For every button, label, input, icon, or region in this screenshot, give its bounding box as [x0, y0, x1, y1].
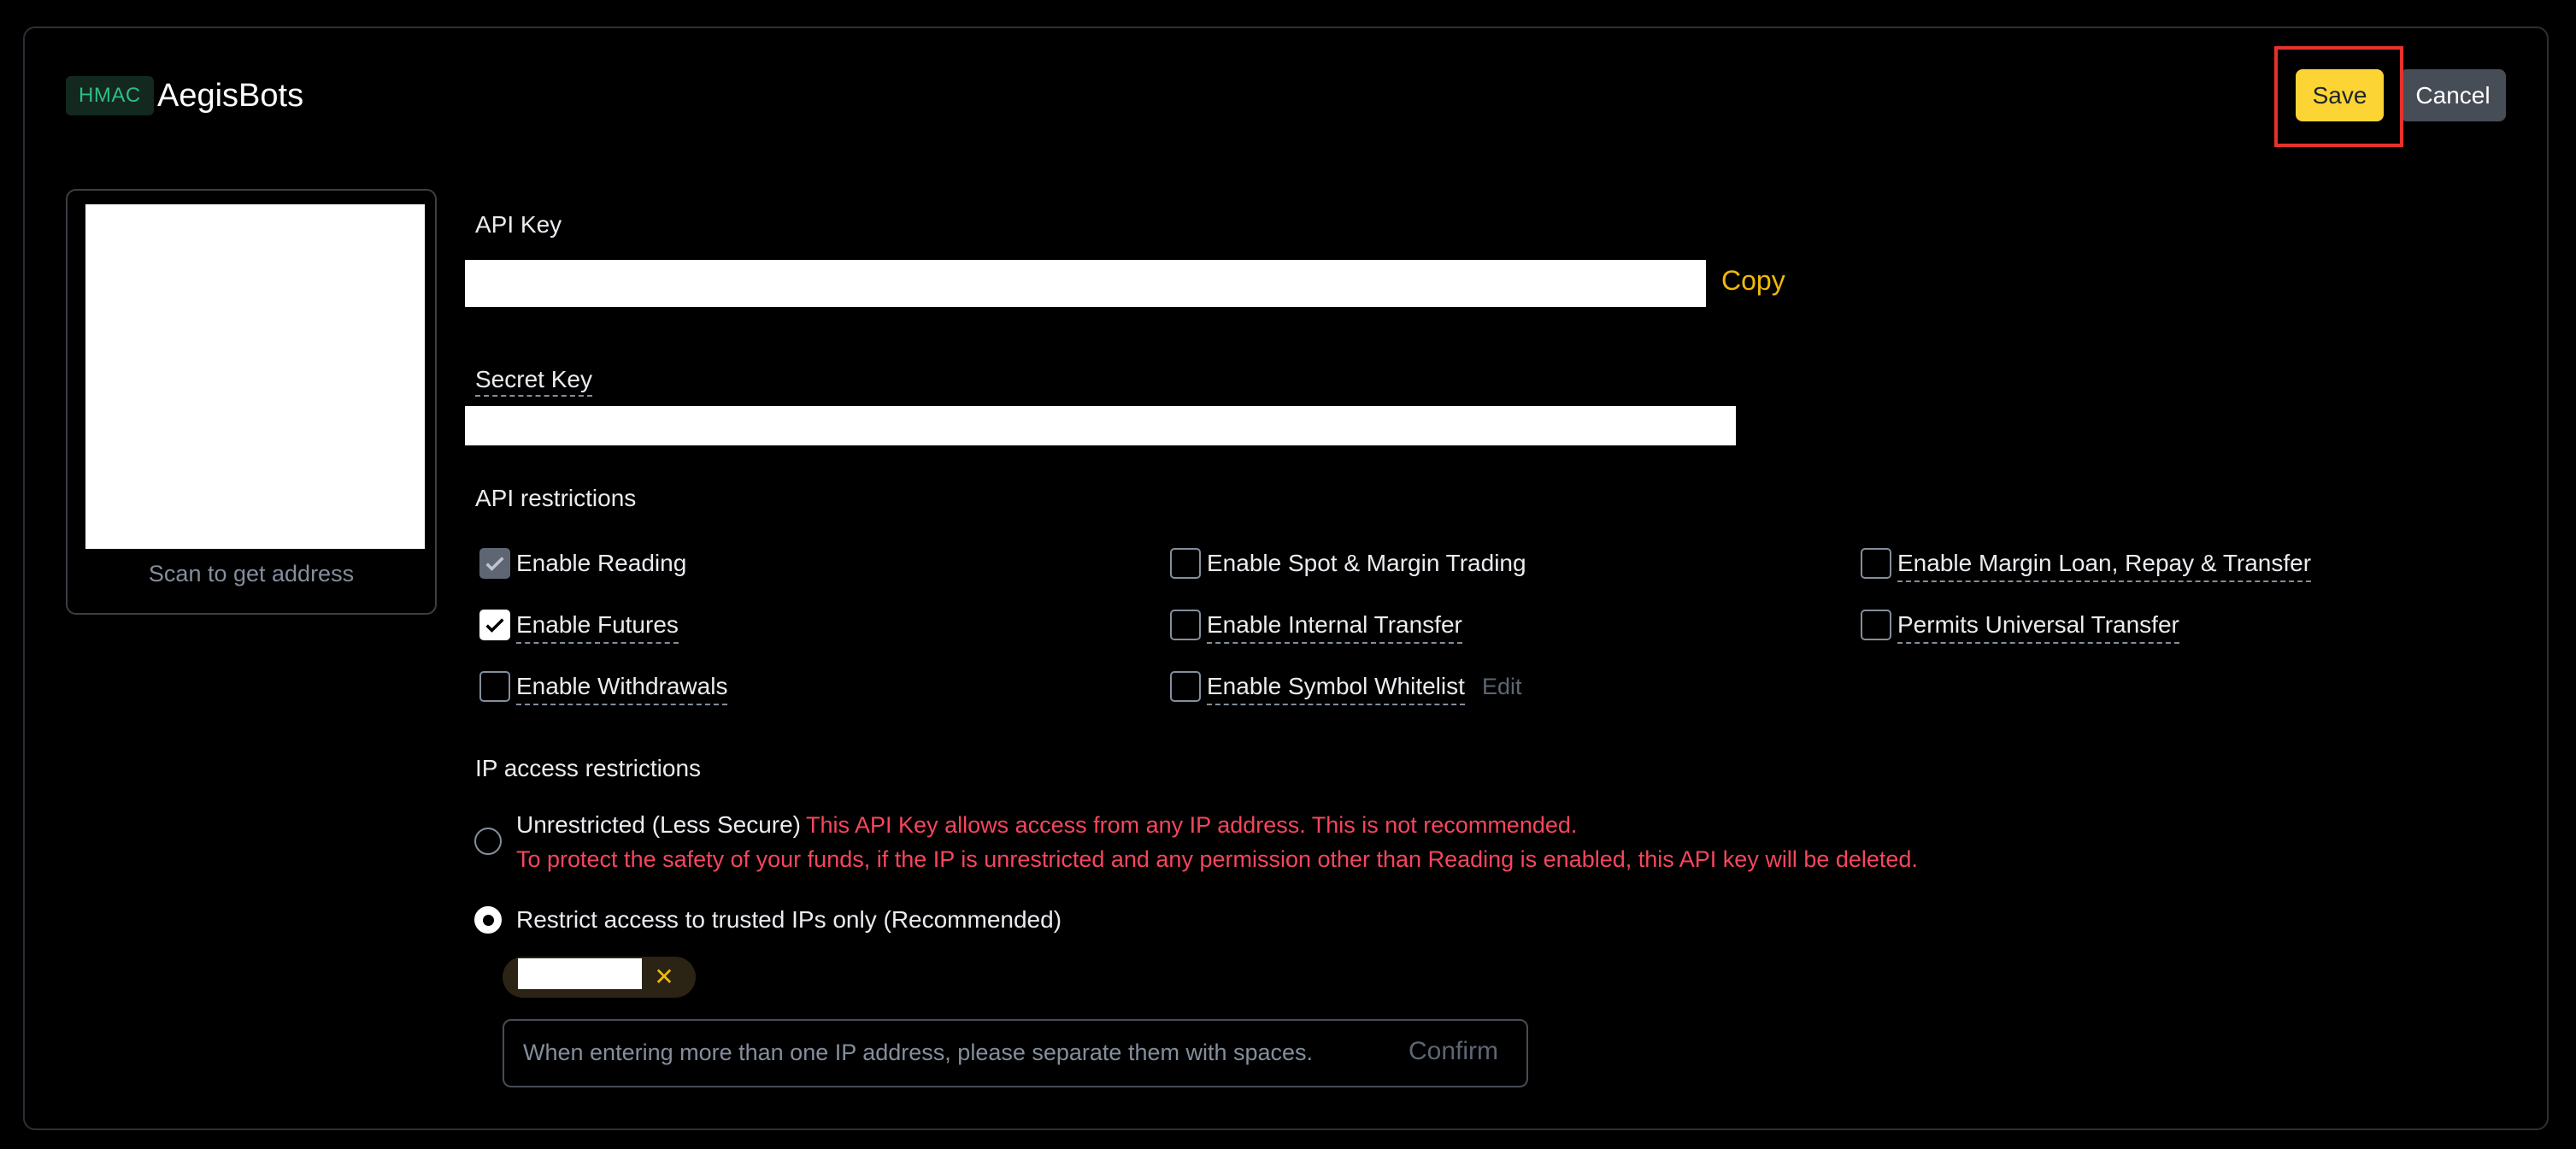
- copy-api-key-button[interactable]: Copy: [1721, 265, 1785, 297]
- enable-reading-checkbox[interactable]: [479, 548, 510, 579]
- enable-internal-transfer-checkbox[interactable]: [1170, 610, 1201, 640]
- secret-key-value-redacted: [465, 406, 1736, 445]
- enable-margin-loan-label: Enable Margin Loan, Repay & Transfer: [1897, 548, 2312, 582]
- qr-caption: Scan to get address: [148, 561, 355, 586]
- enable-futures-label: Enable Futures: [516, 610, 679, 644]
- api-key-name: AegisBots: [157, 78, 304, 114]
- confirm-ip-button[interactable]: Confirm: [1409, 1037, 1498, 1066]
- ip-access-title: IP access restrictions: [475, 755, 702, 781]
- api-restrictions-title: API restrictions: [475, 485, 637, 511]
- api-key-value-redacted: [465, 260, 1706, 307]
- unrestricted-label: Unrestricted (Less Secure): [516, 811, 802, 838]
- enable-spot-margin-trading-label: Enable Spot & Margin Trading: [1207, 550, 1526, 576]
- save-highlight-box: [2274, 46, 2403, 147]
- remove-ip-close-icon[interactable]: ✕: [651, 963, 677, 992]
- permits-universal-transfer-checkbox[interactable]: [1861, 610, 1891, 640]
- unrestricted-radio[interactable]: [474, 828, 502, 855]
- enable-spot-margin-trading-checkbox[interactable]: [1170, 548, 1201, 579]
- enable-margin-loan-checkbox[interactable]: [1861, 548, 1891, 579]
- unrestricted-warning-2: To protect the safety of your funds, if …: [516, 846, 1918, 872]
- restricted-radio[interactable]: [474, 906, 502, 934]
- enable-symbol-whitelist-checkbox[interactable]: [1170, 671, 1201, 702]
- enable-withdrawals-label: Enable Withdrawals: [516, 671, 728, 705]
- enable-futures-checkbox[interactable]: [479, 610, 510, 640]
- api-key-label: API Key: [475, 211, 562, 238]
- check-icon: [485, 618, 504, 633]
- ip-address-input[interactable]: [523, 1031, 1369, 1074]
- edit-symbol-whitelist-link[interactable]: Edit: [1482, 674, 1522, 700]
- unrestricted-warning-1: This API Key allows access from any IP a…: [806, 812, 1578, 838]
- enable-withdrawals-checkbox[interactable]: [479, 671, 510, 702]
- permits-universal-transfer-label: Permits Universal Transfer: [1897, 610, 2179, 644]
- enable-internal-transfer-label: Enable Internal Transfer: [1207, 610, 1462, 644]
- restricted-label: Restrict access to trusted IPs only (Rec…: [516, 906, 1062, 933]
- hmac-badge: HMAC: [66, 76, 154, 115]
- cancel-button[interactable]: Cancel: [2400, 69, 2506, 121]
- secret-key-label: Secret Key: [475, 366, 592, 397]
- ip-chip-value-redacted: [518, 958, 642, 989]
- check-icon: [485, 557, 504, 571]
- enable-reading-label: Enable Reading: [516, 550, 687, 576]
- qr-code-image: [85, 204, 425, 549]
- enable-symbol-whitelist-label: Enable Symbol Whitelist: [1207, 671, 1465, 705]
